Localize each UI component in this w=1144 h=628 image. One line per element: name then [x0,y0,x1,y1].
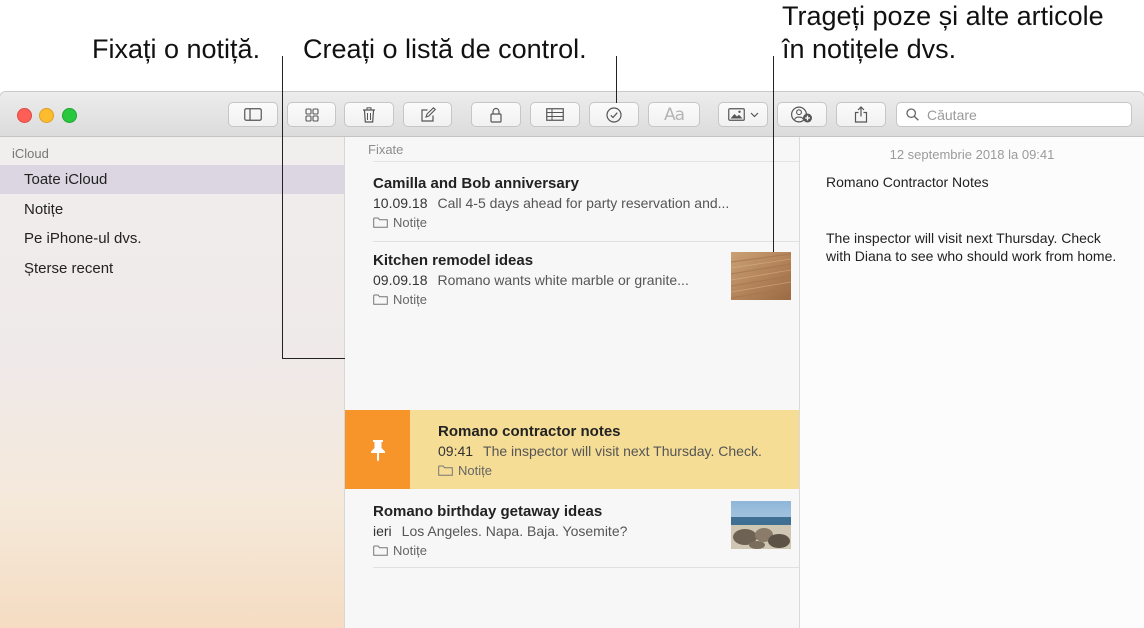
note-editor[interactable]: 12 septembrie 2018 la 09:41 Romano Contr… [800,137,1144,628]
notes-list: Fixate Camilla and Bob anniversary 10.09… [345,137,800,628]
callout-drag-photos-line2: în notițele dvs. [782,34,957,64]
callout-line-checklist [616,56,617,103]
note-body-text[interactable]: The inspector will visit next Thursday. … [826,229,1126,265]
toggle-sidebar-button[interactable] [228,102,278,127]
note-folder: Notițe [373,215,427,230]
note-preview: Romano wants white marble or granite... [437,272,689,288]
note-date: 09:41 [438,443,474,459]
format-button[interactable]: Aa [648,102,700,127]
note-title: Camilla and Bob anniversary [373,175,579,192]
insert-media-button[interactable] [718,102,768,127]
note-item[interactable]: Camilla and Bob anniversary 10.09.18 Call… [345,163,799,241]
note-preview: The inspector will visit next Thursday. … [483,443,762,459]
toolbar: Aa [0,92,1144,137]
note-body-title[interactable]: Romano Contractor Notes [826,174,989,190]
sidebar-section-icloud: iCloud [12,146,49,161]
sidebar-item-recently-deleted[interactable]: Șterse recent [0,254,344,283]
note-meta: 09:41 The inspector will visit next Thurs… [438,443,762,459]
lock-note-button[interactable] [471,102,521,127]
callout-line-pin [282,56,283,359]
callout-drag-photos-line1: Trageți poze și alte articole [782,1,1104,31]
checklist-button[interactable] [589,102,639,127]
note-item-selected[interactable]: Romano contractor notes 09:41 The inspect… [345,410,799,489]
note-title: Romano birthday getaway ideas [373,503,603,520]
note-date: ieri [373,523,392,539]
folder-icon [438,465,453,476]
sidebar: iCloud Toate iCloud Notițe Pe iPhone-ul … [0,137,345,628]
close-window-button[interactable] [17,108,32,123]
lock-icon [490,107,502,123]
folder-icon [373,294,388,305]
search-input[interactable] [925,105,1119,124]
minimize-window-button[interactable] [39,108,54,123]
note-folder: Notițe [373,543,427,558]
new-note-button[interactable] [403,102,452,127]
callout-line-drag [773,56,774,252]
sidebar-item-notes[interactable]: Notițe [0,195,344,224]
note-folder-label: Notițe [393,292,427,307]
note-title: Romano contractor notes [438,423,621,440]
trash-icon [363,106,375,123]
divider [373,161,799,162]
note-timestamp: 12 septembrie 2018 la 09:41 [889,147,1055,162]
note-date: 10.09.18 [373,195,428,211]
compose-icon [420,106,436,122]
note-folder-label: Notițe [393,215,427,230]
folder-icon [373,545,388,556]
table-button[interactable] [530,102,580,127]
grid-icon [304,107,319,122]
note-title: Kitchen remodel ideas [373,252,534,269]
pinned-section-header: Fixate [368,142,404,157]
note-date: 09.09.18 [373,272,428,288]
search-field[interactable] [896,102,1132,127]
table-icon [546,108,564,121]
folder-icon [373,217,388,228]
pin-action[interactable] [345,410,410,489]
zoom-window-button[interactable] [62,108,77,123]
note-meta: 10.09.18 Call 4-5 days ahead for party re… [373,195,729,211]
photo-icon [727,108,745,121]
note-preview: Call 4-5 days ahead for party reservatio… [437,195,730,211]
share-icon [854,106,868,123]
callout-line-pin [282,358,345,359]
add-person-icon [791,106,812,123]
note-folder-label: Notițe [393,543,427,558]
share-button[interactable] [836,102,886,127]
sidebar-item-on-iphone[interactable]: Pe iPhone-ul dvs. [0,224,344,253]
checkmark-circle-icon [606,106,622,123]
note-preview: Los Angeles. Napa. Baja. Yosemite? [401,523,628,539]
note-meta: ieri Los Angeles. Napa. Baja. Yosemite? [373,523,627,539]
chevron-down-icon [750,112,758,117]
note-item[interactable]: Romano birthday getaway ideas ieri Los An… [345,490,799,567]
wood-floor-thumbnail [731,252,791,300]
note-item[interactable]: Kitchen remodel ideas 09.09.18 Romano wan… [345,242,799,319]
callout-pin-note: Fixați o notiță. [92,34,261,64]
callout-create-checklist: Creați o listă de control. [303,34,587,64]
note-folder: Notițe [438,463,492,478]
beach-rocks-thumbnail [731,501,791,549]
notes-window: Aa iCloud Toate iCloud Notițe Pe iPhone-… [0,92,1144,628]
note-folder-label: Notițe [458,463,492,478]
note-folder: Notițe [373,292,427,307]
delete-button[interactable] [344,102,394,127]
format-label: Aa [663,104,685,125]
note-meta: 09.09.18 Romano wants white marble or gra… [373,272,689,288]
search-icon [906,108,919,121]
sidebar-item-all-icloud[interactable]: Toate iCloud [0,165,344,194]
sidebar-icon [244,108,262,121]
divider [373,567,799,568]
add-people-button[interactable] [777,102,827,127]
gallery-view-button[interactable] [287,102,336,127]
pin-icon [370,439,385,461]
